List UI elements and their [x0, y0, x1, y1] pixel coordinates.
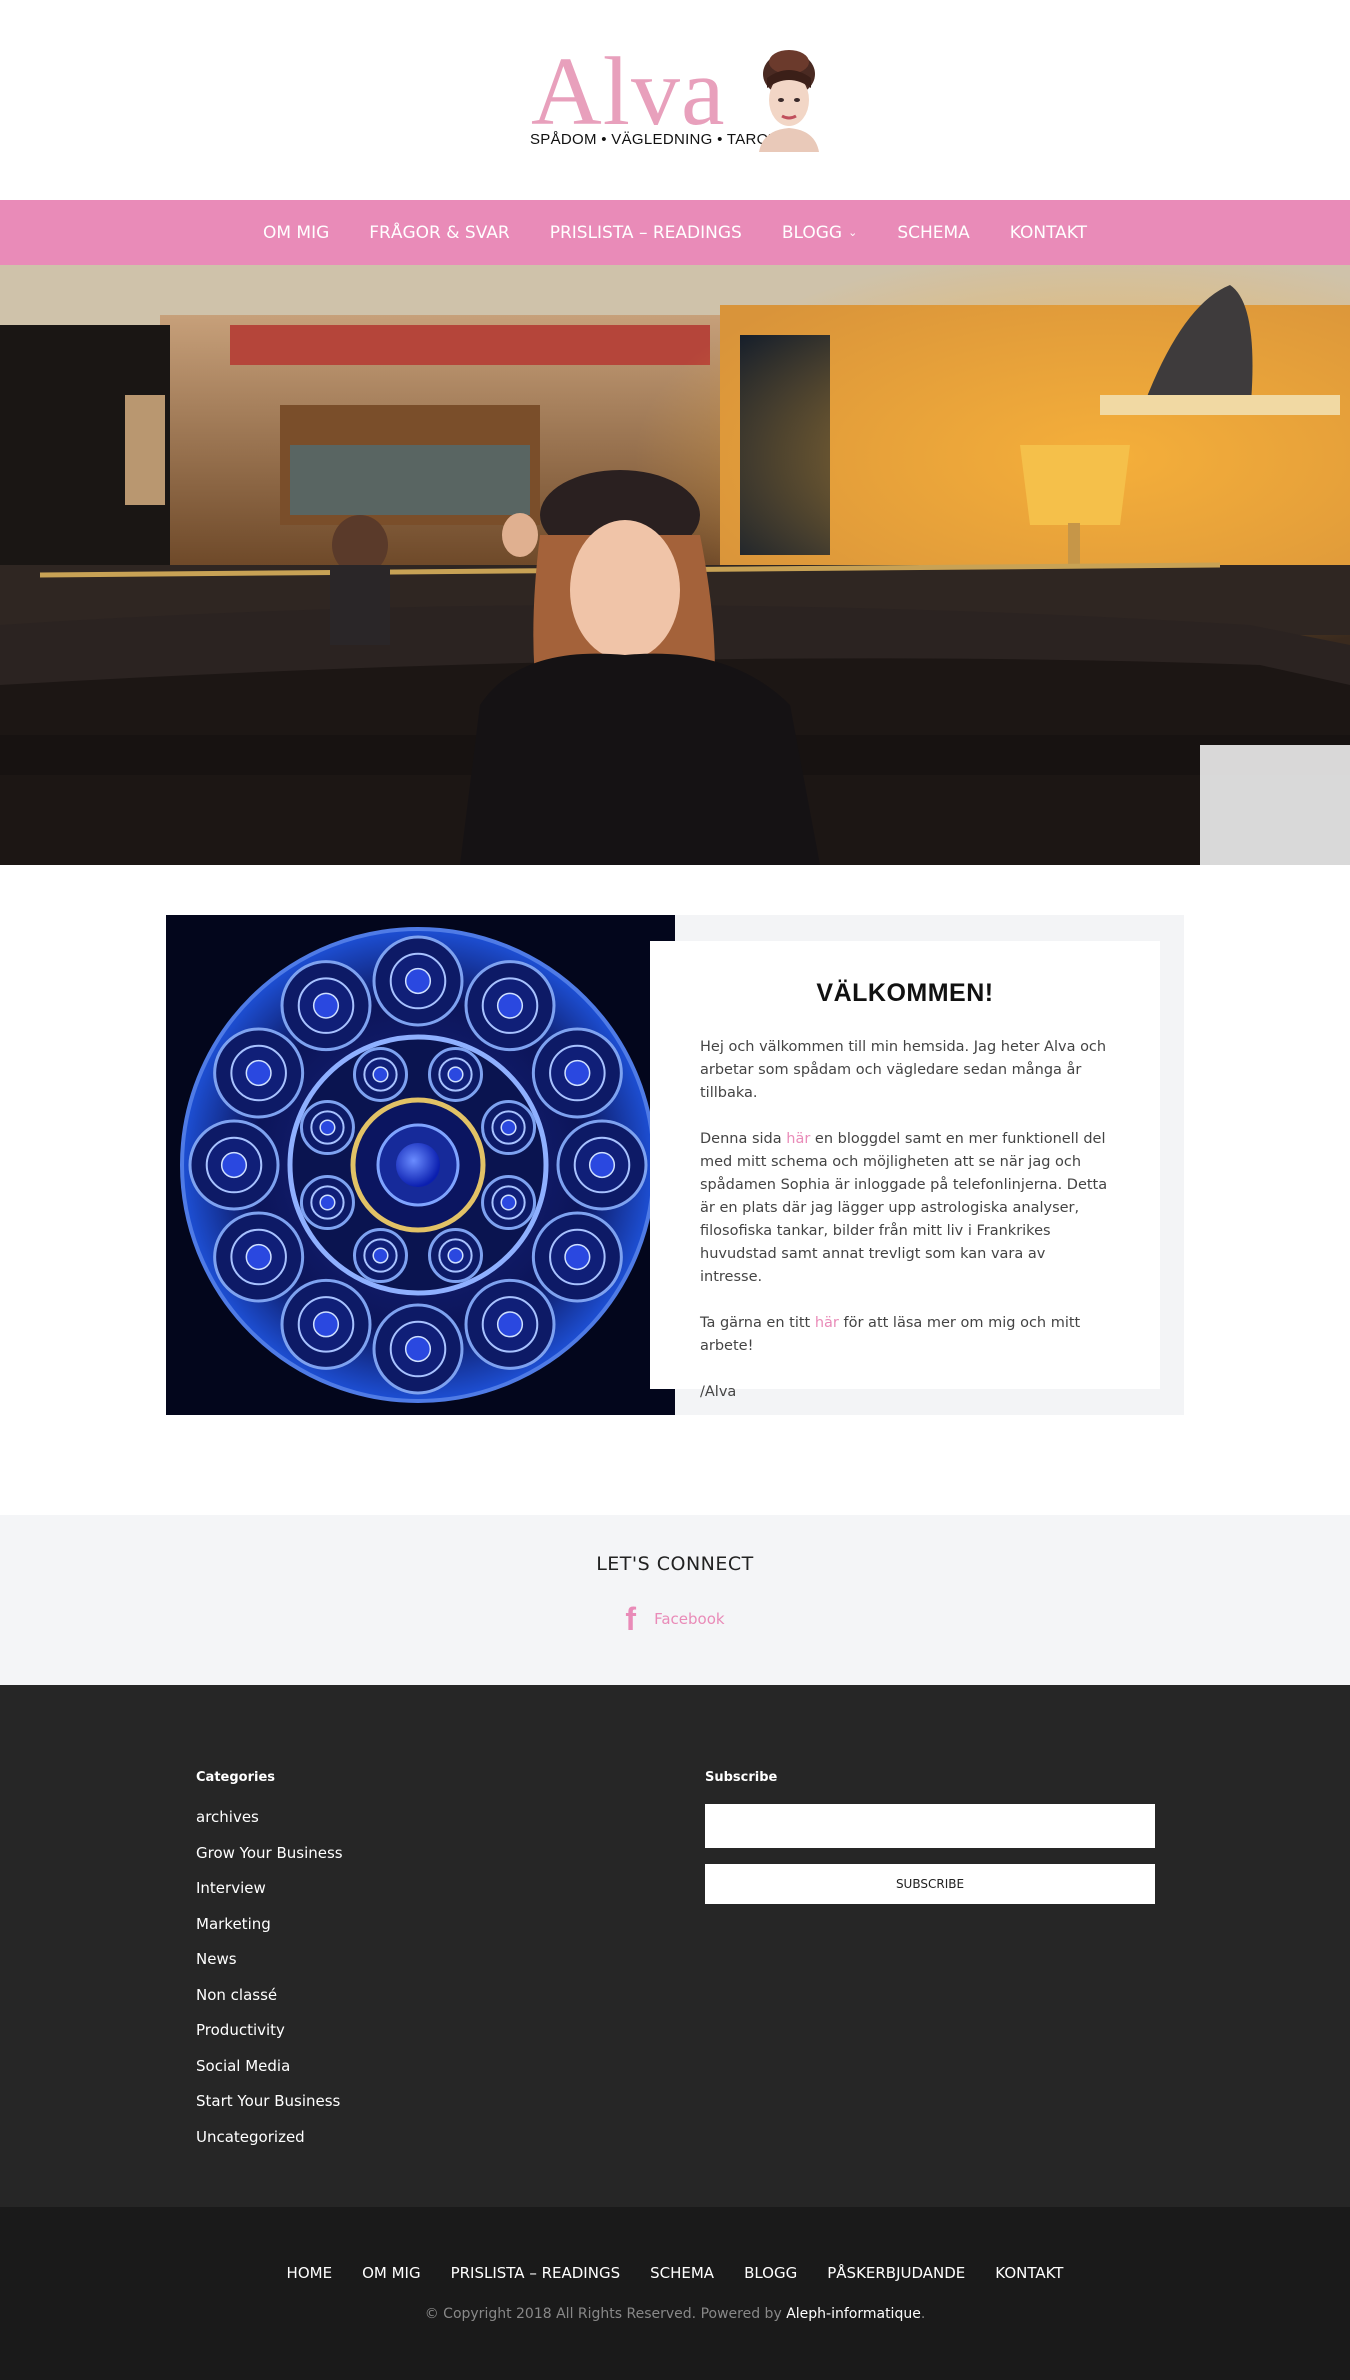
- category-link[interactable]: Social Media: [196, 2056, 343, 2092]
- category-link[interactable]: Start Your Business: [196, 2091, 343, 2127]
- site-footer: HOME OM MIG PRISLISTA – READINGS SCHEMA …: [0, 2207, 1350, 2380]
- mandala-ornament: [500, 1119, 517, 1136]
- category-link[interactable]: Productivity: [196, 2020, 343, 2056]
- mandala-ornament: [564, 1243, 591, 1271]
- facebook-link[interactable]: f Facebook: [625, 1601, 725, 1637]
- nav-item-schema[interactable]: SCHEMA: [897, 223, 969, 243]
- footer-nav-home[interactable]: HOME: [287, 2264, 333, 2282]
- chevron-down-icon: ⌄: [848, 226, 858, 239]
- nav-item-label: OM MIG: [262, 222, 330, 243]
- main-navigation: OM MIG FRÅGOR & SVAR PRISLISTA – READING…: [0, 200, 1350, 265]
- category-link[interactable]: Non classé: [196, 1985, 343, 2021]
- welcome-title: VÄLKOMMEN!: [816, 979, 994, 1007]
- welcome-card: VÄLKOMMEN! Hej och välkommen till min he…: [650, 941, 1160, 1400]
- category-link[interactable]: Marketing: [196, 1914, 343, 1950]
- mandala-ornament: [588, 1151, 616, 1179]
- mandala-ornament: [319, 1194, 336, 1211]
- footer-nav-paskerbjudande[interactable]: PÅSKERBJUDANDE: [827, 2264, 965, 2282]
- welcome-paragraph-read-more: Ta gärna en titt här för att läsa mer om…: [700, 1312, 1110, 1358]
- mandala-ornament: [312, 1311, 340, 1338]
- footer-nav-schema[interactable]: SCHEMA: [650, 2264, 714, 2282]
- text-segment: Ta gärna en titt: [700, 1315, 815, 1331]
- mandala-ornament: [564, 1059, 591, 1087]
- har-link-about[interactable]: här: [815, 1315, 839, 1331]
- subscribe-email-input[interactable]: [705, 1804, 1155, 1848]
- category-link[interactable]: archives: [196, 1807, 343, 1843]
- welcome-section: VÄLKOMMEN! Hej och välkommen till min he…: [0, 865, 1350, 1515]
- copyright-suffix: .: [920, 2306, 926, 2322]
- logo-tagline: SPÅDOM • VÄGLEDNING • TAROT: [530, 131, 779, 148]
- powered-by-link[interactable]: Aleph-informatique: [786, 2306, 921, 2322]
- mandala-image: [166, 915, 675, 1415]
- connect-section: LET'S CONNECT f Facebook: [0, 1515, 1350, 1685]
- category-link[interactable]: Uncategorized: [196, 2127, 343, 2163]
- nav-item-prislista[interactable]: PRISLISTA – READINGS: [550, 223, 742, 243]
- nav-item-kontakt[interactable]: KONTAKT: [1010, 223, 1087, 243]
- mandala-artwork: [166, 915, 675, 1415]
- facebook-icon: f: [625, 1601, 637, 1637]
- nav-item-fragor-svar[interactable]: FRÅGOR & SVAR: [369, 223, 509, 243]
- site-header: Alva SPÅDOM • VÄGLEDNING • TAROT: [0, 0, 1350, 200]
- footer-nav-om-mig[interactable]: OM MIG: [362, 2264, 421, 2282]
- mandala-ornament: [404, 967, 432, 995]
- welcome-paragraph-about-site: Denna sida här en bloggdel samt en mer f…: [700, 1128, 1110, 1289]
- category-link[interactable]: Grow Your Business: [196, 1843, 343, 1879]
- mandala-ornament: [245, 1059, 272, 1087]
- mandala-ornament: [447, 1066, 464, 1083]
- mandala-ornament: [372, 1066, 389, 1083]
- categories-title: Categories: [196, 1770, 276, 1785]
- har-link-site[interactable]: här: [786, 1131, 810, 1147]
- mandala-ornament: [500, 1194, 517, 1211]
- mandala-ornament: [447, 1247, 464, 1264]
- nav-item-label: KONTAKT: [1009, 222, 1088, 243]
- nav-item-label: PRISLISTA – READINGS: [549, 222, 742, 243]
- nav-item-label: FRÅGOR & SVAR: [369, 222, 510, 243]
- mandala-ornament: [404, 1335, 432, 1363]
- nav-item-label: BLOGG: [781, 222, 843, 243]
- nav-item-om-mig[interactable]: OM MIG: [263, 223, 329, 243]
- welcome-signature: /Alva: [700, 1384, 737, 1400]
- footer-widgets: Categories archives Grow Your Business I…: [0, 1685, 1350, 2207]
- hero-photo-cafe: [0, 265, 1350, 865]
- nav-item-label: SCHEMA: [897, 222, 970, 243]
- categories-list: archives Grow Your Business Interview Ma…: [196, 1807, 343, 2162]
- footer-navigation: HOME OM MIG PRISLISTA – READINGS SCHEMA …: [0, 2264, 1350, 2282]
- subscribe-title: Subscribe: [705, 1770, 778, 1785]
- connect-title: LET'S CONNECT: [596, 1553, 754, 1575]
- copyright: © Copyright 2018 All Rights Reserved. Po…: [0, 2306, 1350, 2322]
- nav-item-blogg[interactable]: BLOGG ⌄: [782, 223, 857, 243]
- hero-image: [0, 265, 1350, 865]
- mandala-ornament: [319, 1119, 336, 1136]
- mandala-ornament: [312, 992, 340, 1019]
- mandala-ornament: [496, 992, 524, 1019]
- mandala-ornament: [220, 1151, 248, 1179]
- site-logo[interactable]: Alva SPÅDOM • VÄGLEDNING • TAROT: [525, 42, 835, 154]
- copyright-text: © Copyright 2018 All Rights Reserved. Po…: [424, 2306, 787, 2322]
- mandala-ornament: [245, 1243, 272, 1271]
- logo-wordmark: Alva: [531, 38, 726, 146]
- mandala-ornament: [496, 1311, 524, 1338]
- category-link[interactable]: News: [196, 1949, 343, 1985]
- text-segment: en bloggdel samt en mer funktionell del …: [700, 1131, 1108, 1285]
- text-segment: Denna sida: [700, 1131, 787, 1147]
- subscribe-button[interactable]: SUBSCRIBE: [705, 1864, 1155, 1904]
- facebook-label: Facebook: [654, 1610, 725, 1628]
- logo-portrait-image: [759, 50, 819, 152]
- mandala-ornament: [372, 1247, 389, 1264]
- categories-widget: Categories archives Grow Your Business I…: [196, 1770, 343, 2162]
- footer-nav-prislista[interactable]: PRISLISTA – READINGS: [451, 2264, 621, 2282]
- welcome-paragraph-intro: Hej och välkommen till min hemsida. Jag …: [700, 1039, 1107, 1101]
- footer-nav-kontakt[interactable]: KONTAKT: [995, 2264, 1063, 2282]
- footer-nav-blogg[interactable]: BLOGG: [744, 2264, 797, 2282]
- subscribe-widget: Subscribe SUBSCRIBE: [705, 1770, 1155, 1904]
- category-link[interactable]: Interview: [196, 1878, 343, 1914]
